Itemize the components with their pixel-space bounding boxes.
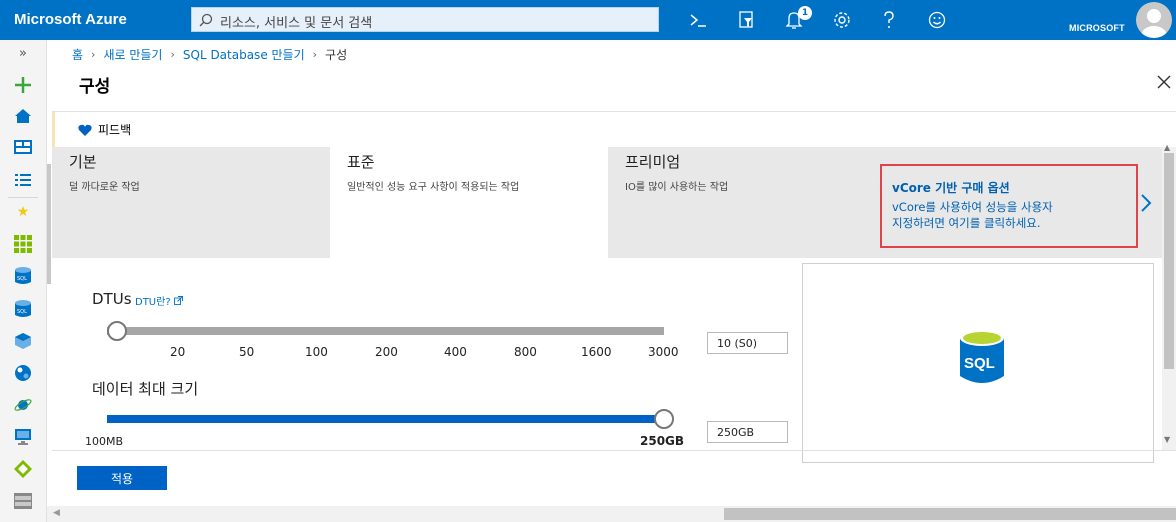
dtu-tick: 200 (375, 345, 398, 359)
vcore-purchase-option[interactable]: vCore 기반 구매 옵션 vCore를 사용하여 성능을 사용자 지정하려면… (880, 164, 1138, 248)
sidebar-scrollbar[interactable] (47, 164, 51, 284)
close-icon[interactable] (1155, 73, 1173, 91)
breadcrumb-create-sql-db[interactable]: SQL Database 만들기 (183, 46, 305, 63)
feedback-bar (52, 112, 1176, 147)
scrollbar-thumb[interactable] (1164, 153, 1174, 369)
tier-basic-name: 기본 (69, 153, 97, 171)
breadcrumb-current: 구성 (325, 48, 348, 62)
dtu-link-text: DTU란? (135, 297, 171, 308)
page-title: 구성 (79, 77, 111, 97)
scroll-down-icon[interactable]: ▼ (1164, 435, 1170, 444)
app-services-icon[interactable] (12, 362, 34, 384)
dtu-help-link[interactable]: DTU란? (135, 293, 183, 308)
max-size-label: 데이터 최대 크기 (92, 380, 199, 398)
tier-basic-desc: 덜 까다로운 작업 (69, 182, 140, 193)
global-search[interactable]: 리소스, 서비스 및 문서 검색 (191, 7, 659, 32)
max-size-slider-thumb[interactable] (654, 409, 674, 429)
search-placeholder: 리소스, 서비스 및 문서 검색 (220, 16, 373, 31)
breadcrumb: 홈 › 새로 만들기 › SQL Database 만들기 › 구성 (72, 46, 347, 63)
chevron-right-icon: › (170, 48, 175, 61)
vcore-title: vCore 기반 구매 옵션 (892, 181, 1010, 195)
avatar[interactable] (1136, 2, 1172, 38)
dtu-tick: 20 (170, 345, 186, 359)
home-icon[interactable] (12, 105, 34, 127)
dtu-tick: 800 (514, 345, 537, 359)
breadcrumb-home[interactable]: 홈 (72, 46, 83, 63)
help-icon[interactable] (878, 9, 900, 31)
sql-server-icon[interactable]: SQL (12, 298, 34, 320)
tier-standard-desc: 일반적인 성능 요구 사항이 적용되는 작업 (347, 182, 520, 193)
dtu-value-input[interactable]: 10 (S0) (707, 332, 788, 354)
footer-divider (52, 450, 1176, 451)
notification-badge: 1 (798, 6, 812, 20)
dtu-slider-thumb[interactable] (107, 321, 127, 341)
vertical-scrollbar[interactable]: ▲ ▼ (1162, 143, 1176, 450)
chevron-right-icon: › (91, 48, 96, 61)
max-size-slider-track[interactable] (107, 415, 664, 423)
dtu-slider-track[interactable] (107, 327, 664, 335)
vcore-desc-line1: vCore를 사용하여 성능을 사용자 (892, 200, 1053, 214)
vcore-desc-line2: 지정하려면 여기를 클릭하세요. (892, 216, 1041, 230)
brand-title[interactable]: Microsoft Azure (14, 11, 127, 28)
scroll-up-icon[interactable]: ▲ (1164, 143, 1170, 152)
dtu-tick: 400 (444, 345, 467, 359)
cloud-services-icon[interactable] (12, 330, 34, 352)
load-balancers-icon[interactable] (12, 458, 34, 480)
chevron-right-icon[interactable] (1138, 190, 1154, 216)
heart-icon (78, 124, 92, 136)
breadcrumb-new[interactable]: 새로 만들기 (103, 46, 162, 63)
max-size-min: 100MB (85, 435, 124, 448)
svg-text:SQL: SQL (17, 276, 27, 282)
left-sidebar: » ★ SQL SQL (0, 40, 47, 522)
virtual-machines-icon[interactable] (12, 426, 34, 448)
tier-standard[interactable]: 표준 일반적인 성능 요구 사항이 적용되는 작업 (330, 147, 608, 258)
storage-accounts-icon[interactable] (12, 490, 34, 512)
top-bar: Microsoft Azure 리소스, 서비스 및 문서 검색 1 MICRO… (0, 0, 1176, 40)
all-resources-icon[interactable] (12, 233, 34, 255)
favorites-star-icon: ★ (16, 204, 30, 220)
expand-sidebar-icon[interactable]: » (12, 42, 34, 64)
tier-premium[interactable]: 프리미엄 IO를 많이 사용하는 작업 (608, 147, 878, 258)
create-resource-icon[interactable] (12, 74, 34, 96)
settings-gear-icon[interactable] (831, 9, 853, 31)
sidebar-divider (8, 197, 38, 198)
tier-basic[interactable]: 기본 덜 까다로운 작업 (52, 147, 330, 258)
dtu-tick: 50 (239, 345, 255, 359)
dtu-tick: 3000 (648, 345, 679, 359)
sql-databases-icon[interactable]: SQL (12, 265, 34, 287)
search-icon (199, 13, 213, 27)
feedback-button[interactable]: 피드백 (78, 121, 131, 138)
account-name[interactable]: MICROSOFT (1069, 23, 1125, 33)
dashboard-icon[interactable] (12, 136, 34, 158)
scroll-left-icon[interactable]: ◀ (53, 508, 60, 518)
cloud-shell-icon[interactable] (687, 9, 709, 31)
chevron-right-icon: › (312, 48, 318, 61)
tier-standard-name: 표준 (347, 153, 375, 171)
max-size-value-input[interactable]: 250GB (707, 421, 788, 443)
cosmos-db-icon[interactable] (12, 394, 34, 416)
max-size-max: 250GB (640, 434, 685, 448)
svg-text:SQL: SQL (964, 355, 995, 372)
apply-button[interactable]: 적용 (77, 466, 167, 490)
dtu-label: DTUs (92, 290, 132, 308)
all-services-icon[interactable] (12, 169, 34, 191)
sql-database-icon: SQL (960, 330, 1004, 383)
dtu-tick: 100 (305, 345, 328, 359)
tier-premium-desc: IO를 많이 사용하는 작업 (625, 182, 729, 193)
svg-text:SQL: SQL (17, 309, 27, 315)
tier-premium-name: 프리미엄 (625, 153, 681, 171)
feedback-label: 피드백 (98, 123, 132, 137)
horizontal-scrollbar[interactable]: ◀ (47, 506, 1176, 522)
horizontal-scrollbar-thumb[interactable] (724, 508, 1176, 520)
external-link-icon (173, 296, 183, 305)
directory-filter-icon[interactable] (735, 9, 757, 31)
feedback-smiley-icon[interactable] (926, 9, 948, 31)
dtu-tick: 1600 (581, 345, 612, 359)
